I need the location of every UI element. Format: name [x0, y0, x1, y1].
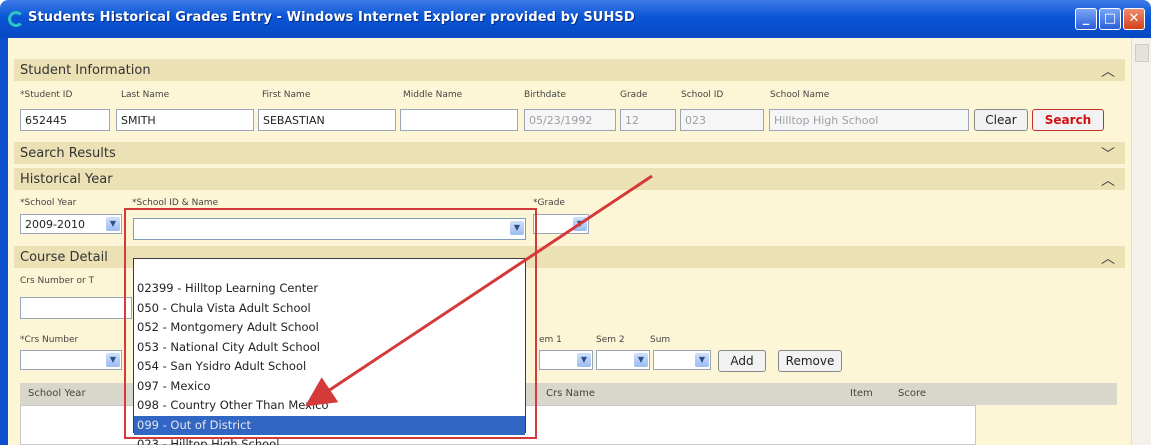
crs-number-label: *Crs Number	[20, 335, 79, 345]
crs-number-select[interactable]: ▼	[20, 350, 122, 370]
student-info-header[interactable]: Student Information ︿	[14, 59, 1125, 81]
crs-number-or-title-label: Crs Number or T	[20, 276, 95, 286]
first-name-field[interactable]: SEBASTIAN	[258, 109, 396, 131]
list-item[interactable]: 098 - Country Other Than Mexico	[134, 396, 525, 416]
window-titlebar: Students Historical Grades Entry - Windo…	[0, 0, 1151, 38]
list-item[interactable]: 097 - Mexico	[134, 377, 525, 397]
school-options-list[interactable]: 02399 - Hilltop Learning Center 050 - Ch…	[133, 258, 526, 445]
school-id-field: 023	[680, 109, 764, 131]
birthdate-field: 05/23/1992	[524, 109, 616, 131]
window-frame	[0, 38, 8, 445]
birthdate-label: Birthdate	[524, 90, 566, 100]
section-title: Student Information	[20, 63, 151, 78]
grade-field: 12	[620, 109, 676, 131]
add-button[interactable]: Add	[718, 350, 766, 372]
chevron-up-icon[interactable]: ︿	[1101, 170, 1115, 190]
dropdown-arrow-icon[interactable]: ▼	[106, 353, 120, 367]
clear-button[interactable]: Clear	[974, 109, 1028, 131]
historical-year-header[interactable]: Historical Year ︿	[14, 168, 1125, 190]
search-button[interactable]: Search	[1032, 109, 1104, 131]
list-item[interactable]: 052 - Montgomery Adult School	[134, 318, 525, 338]
list-item[interactable]: 054 - San Ysidro Adult School	[134, 357, 525, 377]
list-item[interactable]: 053 - National City Adult School	[134, 338, 525, 358]
section-title: Historical Year	[20, 172, 113, 187]
dropdown-arrow-icon[interactable]: ▼	[573, 217, 587, 231]
close-icon: ✕	[1128, 11, 1140, 26]
student-id-label: *Student ID	[20, 90, 73, 100]
list-item[interactable]: 02399 - Hilltop Learning Center	[134, 279, 525, 299]
blank-option[interactable]	[134, 259, 525, 279]
list-item[interactable]: 050 - Chula Vista Adult School	[134, 299, 525, 319]
col-score[interactable]: Score	[898, 388, 926, 399]
search-results-header[interactable]: Search Results ﹀	[14, 142, 1125, 164]
school-name-label: School Name	[770, 90, 830, 100]
grade-select[interactable]: ▼	[533, 214, 589, 234]
sum-label: Sum	[650, 335, 671, 345]
dropdown-arrow-icon[interactable]: ▼	[577, 353, 591, 367]
school-year-label: *School Year	[20, 198, 77, 208]
close-button[interactable]: ✕	[1123, 8, 1145, 30]
middle-name-label: Middle Name	[403, 90, 463, 100]
school-id-label: School ID	[681, 90, 724, 100]
chevron-up-icon[interactable]: ︿	[1101, 248, 1115, 268]
school-year-value: 2009-2010	[25, 218, 85, 231]
sum-select[interactable]: ▼	[653, 350, 711, 370]
col-item[interactable]: Item	[850, 388, 873, 399]
last-name-label: Last Name	[121, 90, 170, 100]
school-id-name-dropdown: ▼ 02399 - Hilltop Learning Center 050 - …	[124, 208, 537, 445]
dropdown-arrow-icon[interactable]: ▼	[510, 221, 524, 235]
school-id-name-select[interactable]: ▼	[133, 218, 526, 240]
list-item-selected[interactable]: 099 - Out of District	[134, 415, 525, 435]
last-name-field[interactable]: SMITH	[116, 109, 254, 131]
internet-explorer-icon	[8, 11, 24, 27]
crs-number-or-title-field[interactable]	[20, 297, 132, 319]
minimize-icon: _	[1082, 11, 1090, 26]
school-name-field: Hilltop High School	[769, 109, 969, 131]
chevron-down-icon[interactable]: ﹀	[1101, 144, 1115, 164]
dropdown-arrow-icon[interactable]: ▼	[695, 353, 709, 367]
chevron-up-icon[interactable]: ︿	[1101, 61, 1115, 81]
grade-label: *Grade	[533, 198, 565, 208]
school-year-select[interactable]: 2009-2010 ▼	[20, 214, 122, 234]
col-school-year[interactable]: School Year	[28, 388, 86, 399]
minimize-button[interactable]: _	[1075, 8, 1097, 30]
first-name-label: First Name	[262, 90, 311, 100]
term2-label: Sem 2	[596, 335, 625, 345]
term1-select[interactable]: ▼	[539, 350, 593, 370]
dropdown-arrow-icon[interactable]: ▼	[634, 353, 648, 367]
list-item[interactable]: 023 - Hilltop High School	[134, 435, 525, 445]
section-title: Course Detail	[20, 250, 108, 265]
vertical-scrollbar[interactable]	[1131, 38, 1151, 445]
grade-label: Grade	[620, 90, 648, 100]
student-id-field[interactable]: 652445	[20, 109, 110, 131]
dropdown-arrow-icon[interactable]: ▼	[106, 217, 120, 231]
window-title: Students Historical Grades Entry - Windo…	[28, 10, 635, 25]
scroll-thumb[interactable]	[1135, 44, 1149, 62]
maximize-icon: □	[1103, 11, 1117, 26]
middle-name-field[interactable]	[400, 109, 518, 131]
term2-select[interactable]: ▼	[596, 350, 650, 370]
school-id-name-label: *School ID & Name	[132, 198, 219, 208]
maximize-button[interactable]: □	[1099, 8, 1121, 30]
col-crs-name[interactable]: Crs Name	[546, 388, 595, 399]
section-title: Search Results	[20, 146, 116, 161]
remove-button[interactable]: Remove	[778, 350, 842, 372]
term1-label: em 1	[539, 335, 562, 345]
